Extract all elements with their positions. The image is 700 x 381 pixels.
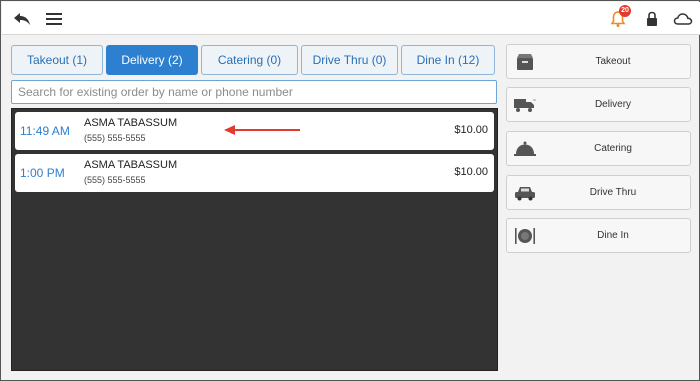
top-bar: 20 [2, 2, 700, 35]
dine-in-button-label: Dine In [597, 230, 629, 241]
order-search-input[interactable] [11, 80, 497, 104]
tab-catering[interactable]: Catering (0) [201, 45, 298, 75]
order-row[interactable]: 1:00 PM ASMA TABASSUM (555) 555-5555 $10… [15, 154, 494, 192]
hamburger-menu-icon[interactable] [44, 9, 64, 29]
new-catering-button[interactable]: Catering [506, 131, 691, 166]
tab-takeout[interactable]: Takeout (1) [11, 45, 103, 75]
tab-delivery[interactable]: Delivery (2) [106, 45, 198, 75]
customer-name: ASMA TABASSUM [84, 117, 178, 129]
customer-phone: (555) 555-5555 [84, 175, 146, 185]
car-icon [514, 183, 536, 203]
delivery-truck-icon [514, 95, 536, 115]
notification-badge: 20 [619, 5, 631, 17]
order-time: 1:00 PM [20, 166, 65, 180]
app-frame: 20 Takeout (1) Delivery (2) Catering (0)… [0, 0, 700, 381]
customer-name: ASMA TABASSUM [84, 159, 178, 171]
new-takeout-button[interactable]: Takeout [506, 44, 691, 79]
takeout-button-label: Takeout [595, 56, 631, 67]
customer-phone: (555) 555-5555 [84, 133, 146, 143]
order-type-tabs: Takeout (1) Delivery (2) Catering (0) Dr… [11, 45, 498, 75]
order-row[interactable]: 11:49 AM ASMA TABASSUM (555) 555-5555 $1… [15, 112, 494, 150]
delivery-button-label: Delivery [594, 99, 632, 110]
drive-thru-button-label: Drive Thru [589, 187, 637, 198]
catering-button-label: Catering [594, 143, 632, 154]
lock-icon[interactable] [642, 9, 662, 29]
new-delivery-button[interactable]: Delivery [506, 87, 691, 122]
back-arrow-icon[interactable] [12, 9, 32, 29]
order-amount: $10.00 [454, 124, 488, 136]
new-dine-in-button[interactable]: Dine In [506, 218, 691, 253]
order-time: 11:49 AM [20, 124, 70, 138]
new-drive-thru-button[interactable]: Drive Thru [506, 175, 691, 210]
takeout-bag-icon [514, 52, 536, 72]
tab-drive-thru[interactable]: Drive Thru (0) [301, 45, 398, 75]
plate-cutlery-icon [514, 226, 536, 246]
tab-dine-in[interactable]: Dine In (12) [401, 45, 495, 75]
order-amount: $10.00 [454, 166, 488, 178]
annotation-arrow [224, 125, 300, 135]
cloud-icon[interactable] [673, 9, 693, 29]
catering-cloche-icon [514, 139, 536, 159]
order-list: 11:49 AM ASMA TABASSUM (555) 555-5555 $1… [11, 108, 498, 371]
